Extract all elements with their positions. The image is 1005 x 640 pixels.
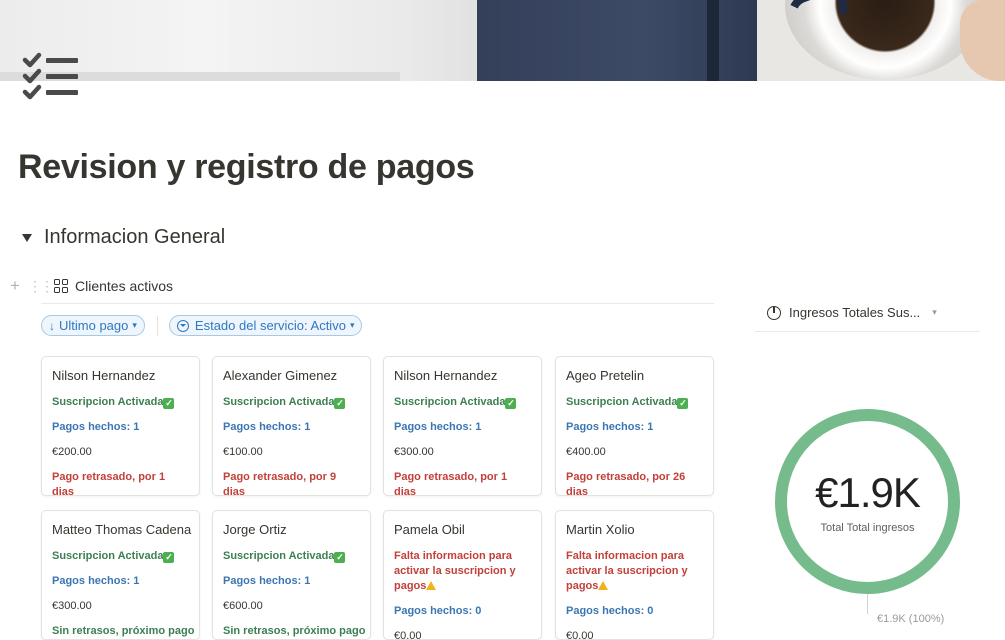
card-payments-count: Pagos hechos: 1 [52, 421, 140, 433]
chart-view-selector[interactable]: Ingresos Totales Sus... ▾ [767, 305, 937, 320]
section-title: Informacion General [44, 226, 226, 248]
slice-data-label: €1.9K (100%) [877, 613, 945, 625]
gallery-card[interactable]: Ageo Pretelin Suscripcion Activada ✓ Pago… [555, 356, 714, 496]
gallery-view-icon [54, 278, 68, 293]
warning-icon [426, 581, 437, 590]
chevron-down-icon: ▾ [349, 320, 355, 330]
database-title[interactable]: Clientes activos [75, 278, 173, 294]
chart-divider [755, 331, 980, 332]
donut-total-value: €1.9K [815, 468, 921, 516]
gallery-card[interactable]: Martin Xolio Falta informacion para acti… [555, 510, 714, 640]
check-mark-icon: ✓ [163, 552, 175, 563]
pie-chart-icon [767, 305, 781, 320]
card-status: Suscripcion Activada [394, 396, 506, 408]
sort-arrow-down-icon: ↓ [49, 318, 55, 333]
card-name: Martin Xolio [566, 522, 635, 537]
card-status: Suscripcion Activada [566, 396, 678, 408]
donut-total-label: Total Total ingresos [820, 521, 915, 534]
card-name: Nilson Hernandez [52, 368, 156, 383]
slice-leader-line [867, 594, 868, 614]
card-payments-count: Pagos hechos: 1 [223, 575, 311, 587]
sort-pill-label: Ultimo pago [59, 318, 129, 333]
card-delay: Pago retrasado, por 1 dias [52, 471, 166, 496]
gallery-card[interactable]: Jorge Ortiz Suscripcion Activada ✓ Pagos … [212, 510, 371, 640]
card-status: Suscripcion Activada [52, 550, 164, 562]
sort-pill-ultimo-pago[interactable]: ↓ Ultimo pago ▾ [41, 315, 145, 336]
check-mark-icon: ✓ [505, 398, 517, 409]
card-amount: €300.00 [394, 446, 434, 458]
card-payments-count: Pagos hechos: 0 [566, 605, 654, 617]
filter-divider [156, 315, 158, 336]
chart-title: Ingresos Totales Sus... [789, 305, 921, 320]
database-header: + ⋮⋮ Clientes activos [8, 277, 173, 294]
card-amount: €600.00 [223, 600, 263, 612]
cover-strap-shape [707, 0, 719, 81]
card-delay: Sin retrasos, próximo pago [52, 625, 195, 637]
card-amount: €0.00 [566, 630, 594, 640]
card-payments-count: Pagos hechos: 0 [394, 605, 482, 617]
check-mark-icon: ✓ [334, 552, 346, 563]
filter-pill-estado[interactable]: Estado del servicio: Activo ▾ [168, 315, 363, 336]
card-name: Ageo Pretelin [566, 368, 645, 383]
card-status: Suscripcion Activada [223, 396, 335, 408]
card-payments-count: Pagos hechos: 1 [394, 421, 482, 433]
chevron-down-icon: ▾ [132, 320, 137, 330]
card-payments-count: Pagos hechos: 1 [223, 421, 311, 433]
chevron-down-icon: ▾ [932, 307, 937, 317]
card-name: Nilson Hernandez [394, 368, 498, 383]
database-divider [41, 303, 714, 304]
card-name: Pamela Obil [394, 522, 465, 537]
gallery-card[interactable]: Nilson Hernandez Suscripcion Activada ✓ P… [383, 356, 542, 496]
card-status: Falta informacion para activar la suscri… [566, 550, 688, 592]
card-amount: €0.00 [394, 630, 422, 640]
card-status: Falta informacion para activar la suscri… [394, 550, 516, 592]
check-mark-icon: ✓ [163, 398, 175, 409]
card-delay: Pago retrasado, por 1 dias [394, 471, 508, 496]
add-block-icon[interactable]: + [8, 277, 22, 294]
gallery-card[interactable]: Pamela Obil Falta informacion para activ… [383, 510, 542, 640]
checklist-icon[interactable] [22, 52, 80, 104]
card-amount: €200.00 [52, 446, 92, 458]
card-delay: Pago retrasado, por 26 dias [566, 471, 686, 496]
card-amount: €400.00 [566, 446, 606, 458]
drag-handle-icon[interactable]: ⋮⋮ [28, 279, 54, 293]
filter-pill-label: Estado del servicio: Activo [194, 318, 346, 333]
card-name: Jorge Ortiz [223, 522, 287, 537]
card-delay: Pago retrasado, por 9 dias [223, 471, 337, 496]
check-mark-icon: ✓ [677, 398, 689, 409]
card-amount: €300.00 [52, 600, 92, 612]
card-amount: €100.00 [223, 446, 263, 458]
gallery-card[interactable]: Nilson Hernandez Suscripcion Activada ✓ P… [41, 356, 200, 496]
card-payments-count: Pagos hechos: 1 [566, 421, 654, 433]
gallery-card[interactable]: Alexander Gimenez Suscripcion Activada ✓ … [212, 356, 371, 496]
card-status: Suscripcion Activada [52, 396, 164, 408]
card-payments-count: Pagos hechos: 1 [52, 575, 140, 587]
donut-chart-slice[interactable]: €1.9K Total Total ingresos [775, 409, 960, 594]
status-filter-icon [176, 319, 189, 332]
card-name: Matteo Thomas Cadena [52, 522, 192, 537]
check-mark-icon: ✓ [334, 398, 346, 409]
gallery-card[interactable]: Matteo Thomas Cadena Suscripcion Activad… [41, 510, 200, 640]
card-delay: Sin retrasos, próximo pago [223, 625, 366, 637]
filter-bar: ↓ Ultimo pago ▾ Estado del servicio: Act… [41, 315, 363, 336]
page-title: Revision y registro de pagos [18, 148, 475, 186]
warning-icon [598, 581, 609, 590]
section-toggle[interactable]: Informacion General [22, 226, 225, 249]
toggle-arrow-icon[interactable] [22, 233, 32, 242]
card-status: Suscripcion Activada [223, 550, 335, 562]
card-name: Alexander Gimenez [223, 368, 338, 383]
page-cover-image[interactable] [0, 0, 1005, 81]
